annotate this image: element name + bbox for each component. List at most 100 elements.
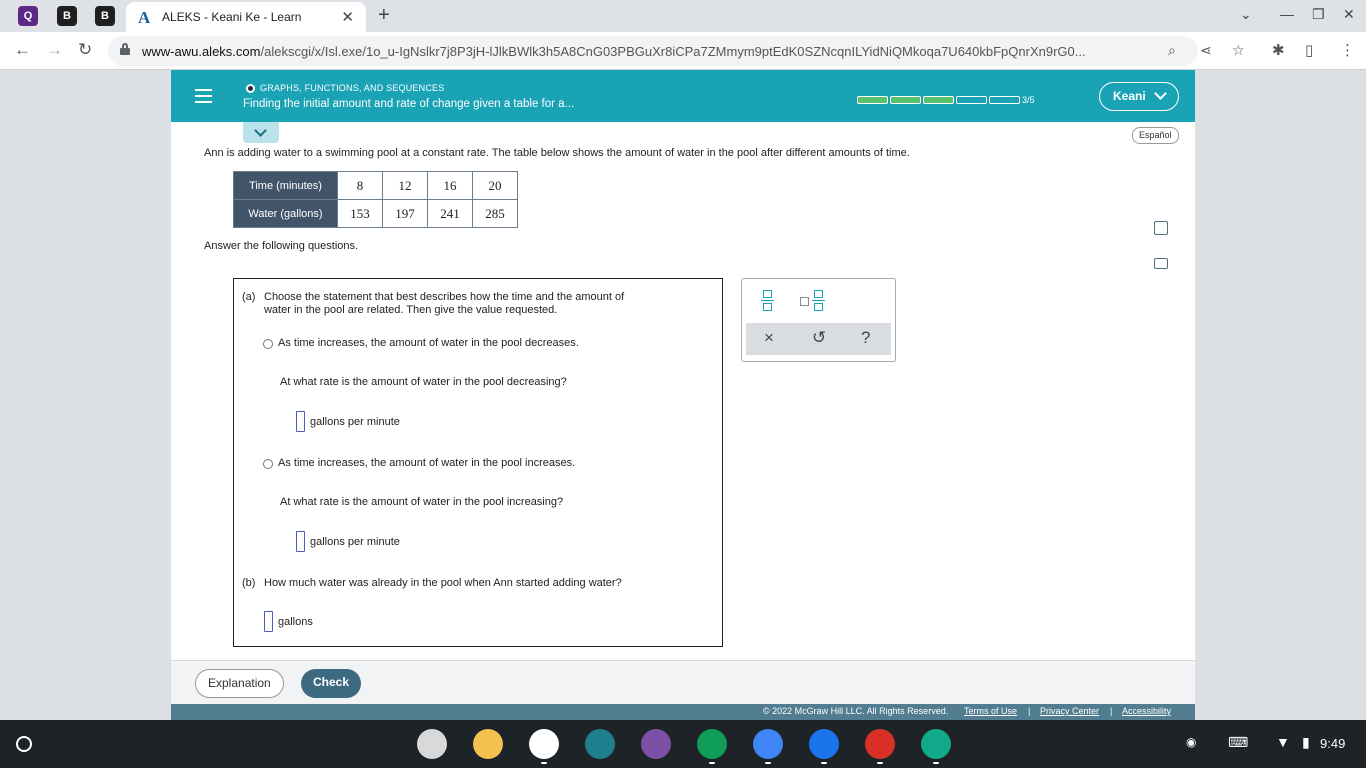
shelf-app-icon[interactable] [529,729,559,759]
url-path: /alekscgi/x/Isl.exe/1o_u-IgNslkr7j8P3jH-… [260,44,1086,59]
shelf-app-icon[interactable] [809,729,839,759]
increasing-rate-unit: gallons per minute [310,536,400,548]
undo-icon[interactable]: ↺ [812,328,826,348]
close-window-icon[interactable]: ✕ [1343,6,1355,23]
url-text[interactable]: www-awu.aleks.com/alekscgi/x/Isl.exe/1o_… [142,44,1132,59]
problem-area: Español Ann is adding water to a swimmin… [171,122,1195,660]
shelf-app-icon[interactable] [473,729,503,759]
radio-decreases[interactable] [263,339,273,349]
tab-search-chevron-icon[interactable]: ⌄ [1240,6,1252,23]
table-cell: 197 [382,199,428,228]
back-arrow-icon[interactable]: ← [14,40,31,60]
launcher-icon[interactable] [16,736,32,752]
app-running-indicator [709,762,715,764]
shelf-app-icon[interactable] [697,729,727,759]
explanation-button[interactable]: Explanation [195,669,284,698]
part-b-text: How much water was already in the pool w… [264,577,622,589]
minimize-icon[interactable]: — [1280,6,1294,22]
lock-icon[interactable] [120,43,130,55]
chevron-down-icon [254,124,267,137]
fraction-tool-icon[interactable] [761,289,775,313]
progress-segment [956,96,987,104]
browser-menu-icon[interactable]: ⋮ [1340,41,1355,59]
extensions-puzzle-icon[interactable]: ✱ [1272,41,1285,59]
wifi-icon[interactable]: ▼ [1276,734,1290,750]
footer-separator: | [1028,706,1031,716]
part-a-text-line2: water in the pool are related. Then give… [264,304,558,316]
decreasing-rate-input[interactable] [296,411,305,432]
pinned-tab-q[interactable]: Q [18,6,38,26]
hamburger-menu-icon[interactable] [195,89,212,103]
progress-bar [857,96,1020,104]
option-decreases-label[interactable]: As time increases, the amount of water i… [278,337,579,350]
part-a-text-line1: Choose the statement that best describes… [264,291,625,303]
part-a-label: (a) [242,291,256,303]
media-controls-icon[interactable]: ◉ [1186,735,1196,749]
decreasing-rate-unit: gallons per minute [310,416,400,428]
copyright-bar: © 2022 McGraw Hill LLC. All Rights Reser… [171,704,1195,720]
pinned-tab-b2[interactable]: B [95,6,115,26]
answer-instructions: Answer the following questions. [204,240,359,252]
decreasing-rate-question: At what rate is the amount of water in t… [280,376,567,388]
accessibility-link[interactable]: Accessibility [1122,706,1171,716]
address-bar[interactable]: www-awu.aleks.com/alekscgi/x/Isl.exe/1o_… [108,36,1245,66]
video-icon[interactable] [1154,258,1168,269]
system-clock[interactable]: 9:49 [1320,736,1345,751]
battery-icon[interactable]: ▮ [1302,734,1310,751]
app-running-indicator [765,762,771,764]
shelf-app-icon[interactable] [921,729,951,759]
table-cell: 20 [472,171,518,200]
share-icon[interactable]: ⋖ [1200,42,1212,59]
shelf-app-icon[interactable] [585,729,615,759]
table-row: Time (minutes) 8 12 16 20 [233,171,518,200]
shelf-app-icon[interactable] [641,729,671,759]
espanol-button[interactable]: Español [1132,127,1179,144]
close-tab-icon[interactable]: ✕ [341,8,354,26]
increasing-rate-input[interactable] [296,531,305,552]
topic-title: Finding the initial amount and rate of c… [243,98,575,110]
browser-tab-strip: Q B B A ALEKS - Keani Ke - Learn ✕ + ⌄ —… [0,0,1366,32]
shelf-app-icon[interactable] [865,729,895,759]
option-increases-label[interactable]: As time increases, the amount of water i… [278,457,575,470]
table-cell: 153 [337,199,383,228]
progress-label: 3/5 [1022,95,1035,105]
collapse-header-button[interactable] [243,122,279,143]
table-row: Water (gallons) 153 197 241 285 [233,199,518,228]
bookmark-star-icon[interactable]: ☆ [1232,42,1245,59]
new-tab-icon[interactable]: + [378,4,390,27]
shelf-app-icon[interactable] [753,729,783,759]
row-header: Time (minutes) [233,171,338,200]
calculator-icon[interactable] [1154,221,1168,235]
restore-icon[interactable]: ❐ [1312,6,1325,23]
reload-icon[interactable]: ↻ [78,40,92,60]
os-shelf: ◉ ⌨ ▼ ▮ 9:49 [0,720,1366,768]
table-cell: 16 [427,171,473,200]
app-running-indicator [877,762,883,764]
zoom-icon[interactable]: ⌕ [1168,42,1176,59]
keyboard-icon[interactable]: ⌨ [1228,734,1248,751]
shelf-app-icon[interactable] [417,729,447,759]
mixed-number-tool-icon[interactable] [800,289,826,313]
clear-x-icon[interactable]: × [764,328,774,348]
check-button[interactable]: Check [301,669,362,698]
privacy-center-link[interactable]: Privacy Center [1040,706,1099,716]
footer-actions: Explanation Check [171,660,1195,704]
user-menu-button[interactable]: Keani [1099,82,1179,111]
help-question-icon[interactable]: ? [861,328,870,348]
browser-tab-active[interactable]: A ALEKS - Keani Ke - Learn ✕ [126,2,366,32]
pinned-tab-b1[interactable]: B [57,6,77,26]
aleks-header: GRAPHS, FUNCTIONS, AND SEQUENCES Finding… [171,70,1195,122]
forward-arrow-icon[interactable]: → [46,40,63,60]
app-running-indicator [821,762,827,764]
tab-title: ALEKS - Keani Ke - Learn [162,10,302,24]
table-cell: 241 [427,199,473,228]
table-cell: 8 [337,171,383,200]
table-cell: 12 [382,171,428,200]
radio-increases[interactable] [263,459,273,469]
terms-of-use-link[interactable]: Terms of Use [964,706,1017,716]
progress-segment [857,96,888,104]
initial-amount-input[interactable] [264,611,273,632]
side-panel-icon[interactable]: ▯ [1305,41,1313,59]
question-box: (a) Choose the statement that best descr… [233,278,723,647]
user-name: Keani [1113,89,1146,103]
